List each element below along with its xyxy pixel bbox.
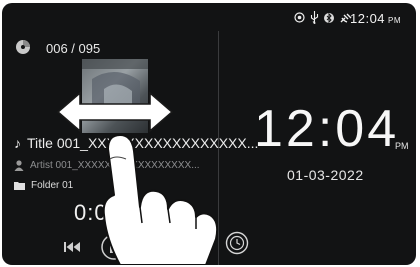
usb-icon	[310, 11, 319, 24]
disc-icon	[16, 40, 30, 54]
status-bar: 12:04 PM	[2, 3, 416, 33]
finger-gesture-icon	[102, 134, 219, 265]
track-folder: Folder 01	[14, 180, 73, 191]
track-count: 006 / 095	[46, 41, 101, 56]
previous-track-icon[interactable]	[64, 241, 80, 253]
folder-icon	[14, 182, 25, 190]
status-ampm: PM	[388, 16, 402, 25]
head-unit-screen: 12:04 PM 006 / 095 ♪ Title 001_XXXXXXXXXX…	[2, 3, 416, 265]
person-icon	[14, 160, 24, 171]
music-note-icon: ♪	[14, 135, 21, 151]
status-icons	[294, 11, 353, 24]
status-clock: 12:04 PM	[350, 11, 401, 26]
circle-target-icon	[294, 12, 305, 23]
main-clock-date: 01-03-2022	[287, 167, 364, 183]
bluetooth-icon	[324, 12, 334, 23]
track-folder-text: Folder 01	[31, 180, 74, 191]
status-time: 12:04	[350, 11, 386, 26]
main-clock-time: 12:04	[254, 100, 400, 158]
clock-settings-icon[interactable]	[225, 231, 249, 255]
main-clock-ampm: PM	[395, 141, 409, 151]
